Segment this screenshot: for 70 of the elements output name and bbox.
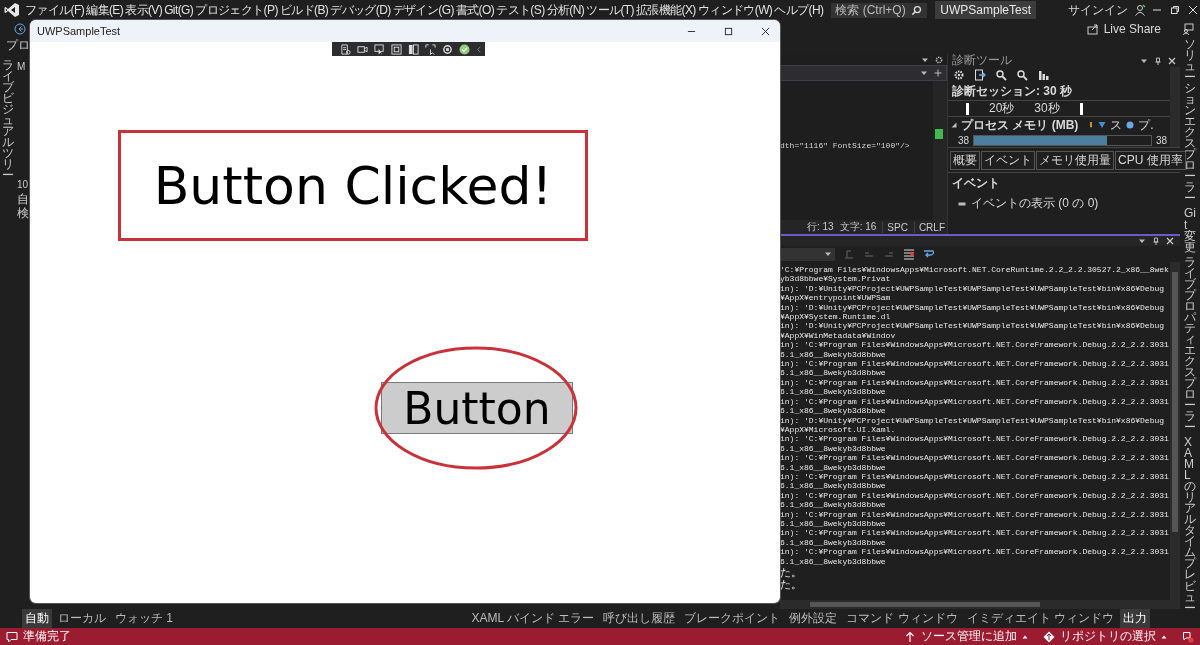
panel-tab[interactable]: イベント bbox=[981, 151, 1035, 170]
panel-tab[interactable]: 例外設定 bbox=[786, 609, 841, 628]
menu-item[interactable]: ビルド(B) bbox=[279, 1, 329, 19]
menu-item[interactable]: Git(G) bbox=[164, 3, 194, 17]
timeline-label: 30秒 bbox=[1034, 100, 1060, 117]
menu-item[interactable]: デザイン(G) bbox=[392, 1, 454, 19]
window-title: UWPSampleTest bbox=[37, 25, 121, 37]
panel-tab[interactable]: CPU 使用率 bbox=[1115, 151, 1186, 170]
panel-tab[interactable]: 自動 bbox=[22, 609, 52, 628]
search-field[interactable]: 検索 (Ctrl+Q) bbox=[831, 2, 928, 18]
status-text: 準備完了 bbox=[23, 628, 71, 645]
menu-item[interactable]: 表示(V) bbox=[125, 1, 163, 19]
panel-tab[interactable]: メモリ使用量 bbox=[1036, 151, 1114, 170]
add-to-source-control-button[interactable]: ソース管理に追加 bbox=[921, 628, 1017, 645]
legend-label: ス bbox=[1110, 116, 1123, 134]
panel-fragment-text: 検 bbox=[17, 206, 29, 220]
output-line: in): 'C:¥Program Files¥WindowsApps¥Microsoft.NET.CoreFramework.Debug.2.2_2.2.30316.1_x86__8wekyb3d8bbwe bbox=[780, 547, 1170, 566]
side-panel-tab[interactable]: XAMLのリアルタイムプレビュー bbox=[1184, 437, 1196, 614]
panel-fragment-text: M bbox=[17, 60, 26, 74]
menu-item[interactable]: ツール(T) bbox=[586, 1, 634, 19]
editor-status-item: 文字: 16 bbox=[839, 220, 877, 234]
section-title: イベント bbox=[951, 175, 1001, 192]
panel-tab[interactable]: 出力 bbox=[1120, 609, 1150, 628]
panel-fragment-text: 10 bbox=[17, 178, 29, 192]
legend-label: プ. bbox=[1138, 116, 1154, 134]
menu-item[interactable]: 分析(N) bbox=[546, 1, 585, 19]
panel-tab[interactable]: XAML バインド エラー bbox=[468, 609, 598, 628]
output-line: in): 'D:¥Unity¥PCProject¥UWPSampleTest¥UWPSampleTest¥UWPSampleTest¥bin¥x86¥Debug¥AppX¥Microsoft.UI.Xaml. bbox=[780, 415, 1166, 435]
panel-tab[interactable]: 呼び出し履歴 bbox=[600, 609, 679, 628]
panel-tab[interactable]: 概要 bbox=[950, 151, 980, 170]
timeline-label: 20秒 bbox=[989, 100, 1015, 117]
process-label: プロ bbox=[6, 37, 30, 54]
panel-title: 診断ツール bbox=[952, 52, 1012, 69]
panel-tab[interactable]: ローカル bbox=[55, 609, 109, 628]
menu-item[interactable]: プロジェクト(P) bbox=[195, 1, 278, 19]
session-duration: 診断セッション: 30 秒 bbox=[951, 83, 1073, 100]
output-line: た。 bbox=[780, 566, 803, 578]
axis-value: 38 bbox=[1155, 134, 1167, 146]
panel-tab[interactable]: イミディエイト ウィンドウ bbox=[963, 609, 1117, 628]
panel-tab[interactable]: ウォッチ 1 bbox=[112, 609, 176, 628]
side-panel-tab[interactable]: ライブプロパティエクスプローラー bbox=[1184, 256, 1196, 434]
output-line: た。 bbox=[780, 578, 803, 590]
sign-in-link[interactable]: サインイン bbox=[1068, 1, 1128, 19]
editor-status-item: 行: 13 bbox=[806, 220, 834, 234]
panel-fragment-text: 自 bbox=[17, 192, 29, 206]
menu-item[interactable]: ファイル(F) bbox=[25, 1, 85, 19]
editor-status-item: SPC bbox=[882, 221, 908, 233]
events-summary: イベントの表示 (0 の 0) bbox=[971, 195, 1099, 212]
timeline-ruler[interactable]: 20秒 30秒 bbox=[948, 100, 1170, 117]
button[interactable]: Button bbox=[381, 382, 573, 434]
menu-item[interactable]: 書式(O) bbox=[455, 1, 495, 19]
live-share-button[interactable]: Live Share bbox=[1103, 21, 1161, 36]
solution-name: UWPSampleTest bbox=[935, 1, 1037, 19]
message-text: Button Clicked! bbox=[153, 155, 553, 216]
menu-item[interactable]: ウィンドウ(W) bbox=[697, 1, 773, 19]
select-repository-button[interactable]: リポジトリの選択 bbox=[1060, 628, 1156, 645]
editor-status-item: CRLF bbox=[913, 221, 945, 233]
menu-item[interactable]: 拡張機能(X) bbox=[635, 1, 696, 19]
code-line: dth="1116" FontSize="100"/> bbox=[780, 141, 910, 150]
menu-item[interactable]: デバッグ(D) bbox=[330, 1, 391, 19]
panel-tab[interactable]: コマンド ウィンドウ bbox=[843, 609, 961, 628]
side-panel-tab[interactable]: Git変更 bbox=[1184, 208, 1196, 253]
side-panel-tab[interactable]: ソリューションエクスプローラー bbox=[1184, 39, 1196, 205]
menu-item[interactable]: テスト(S) bbox=[496, 1, 545, 19]
menu-item[interactable]: ヘルプ(H) bbox=[774, 1, 824, 19]
menu-item[interactable]: 編集(E) bbox=[86, 1, 124, 19]
panel-tab[interactable]: ブレークポイント bbox=[681, 609, 784, 628]
axis-value: 38 bbox=[958, 134, 970, 146]
live-visual-tree-tab[interactable]: ライブビジュアルツリー bbox=[2, 60, 14, 609]
memory-header: プロセス メモリ (MB) bbox=[961, 116, 1079, 134]
